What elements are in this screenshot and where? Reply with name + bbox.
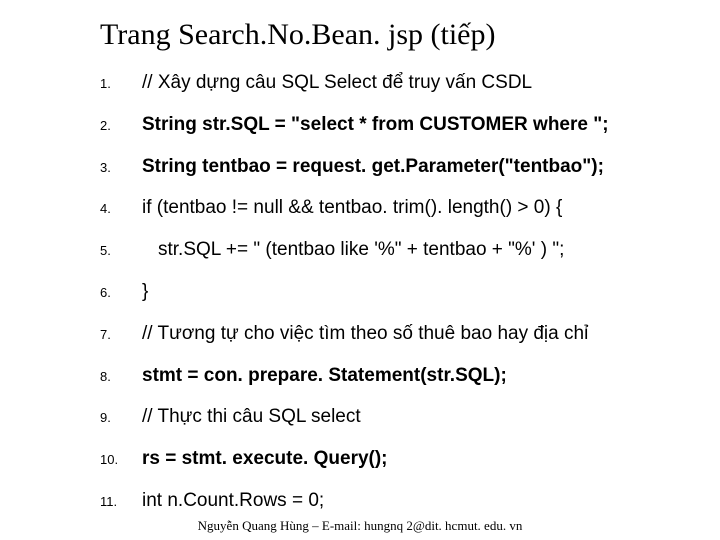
footer: Nguyễn Quang Hùng – E-mail: hungnq 2@dit… <box>0 518 720 534</box>
item-number: 4. <box>100 201 142 216</box>
item-number: 11. <box>100 494 142 509</box>
list-item: 8.stmt = con. prepare. Statement(str.SQL… <box>100 365 692 388</box>
list-item: 1.// Xây dựng câu SQL Select để truy vấn… <box>100 72 692 95</box>
item-text: int n.Count.Rows = 0; <box>142 490 324 513</box>
list-item: 10.rs = stmt. execute. Query(); <box>100 448 692 471</box>
list-item: 11.int n.Count.Rows = 0; <box>100 490 692 513</box>
item-number: 6. <box>100 285 142 300</box>
item-text: if (tentbao != null && tentbao. trim(). … <box>142 197 562 220</box>
footer-text: Nguyễn Quang Hùng – E-mail: hungnq 2@dit… <box>198 518 523 533</box>
code-list: 1.// Xây dựng câu SQL Select để truy vấn… <box>28 72 692 513</box>
item-text: stmt = con. prepare. Statement(str.SQL); <box>142 365 507 388</box>
list-item: 2.String str.SQL = "select * from CUSTOM… <box>100 114 692 137</box>
list-item: 6.} <box>100 281 692 304</box>
item-number: 8. <box>100 369 142 384</box>
item-number: 3. <box>100 160 142 175</box>
item-number: 2. <box>100 118 142 133</box>
item-text: } <box>142 281 148 304</box>
item-text: String tentbao = request. get.Parameter(… <box>142 156 604 179</box>
item-number: 10. <box>100 452 142 467</box>
item-number: 1. <box>100 76 142 91</box>
item-text: rs = stmt. execute. Query(); <box>142 448 388 471</box>
slide-content: Trang Search.No.Bean. jsp (tiếp) 1.// Xâ… <box>0 0 720 540</box>
list-item: 5.str.SQL += " (tentbao like '%" + tentb… <box>100 239 692 262</box>
item-text: // Tương tự cho việc tìm theo số thuê ba… <box>142 323 588 346</box>
item-number: 5. <box>100 243 142 258</box>
item-number: 9. <box>100 410 142 425</box>
page-title: Trang Search.No.Bean. jsp (tiếp) <box>100 18 692 52</box>
list-item: 9.// Thực thi câu SQL select <box>100 406 692 429</box>
item-text: str.SQL += " (tentbao like '%" + tentbao… <box>142 239 564 262</box>
list-item: 7.// Tương tự cho việc tìm theo số thuê … <box>100 323 692 346</box>
item-text: String str.SQL = "select * from CUSTOMER… <box>142 114 609 137</box>
list-item: 3.String tentbao = request. get.Paramete… <box>100 156 692 179</box>
item-number: 7. <box>100 327 142 342</box>
item-text: // Thực thi câu SQL select <box>142 406 361 429</box>
item-text: // Xây dựng câu SQL Select để truy vấn C… <box>142 72 532 95</box>
list-item: 4.if (tentbao != null && tentbao. trim()… <box>100 197 692 220</box>
